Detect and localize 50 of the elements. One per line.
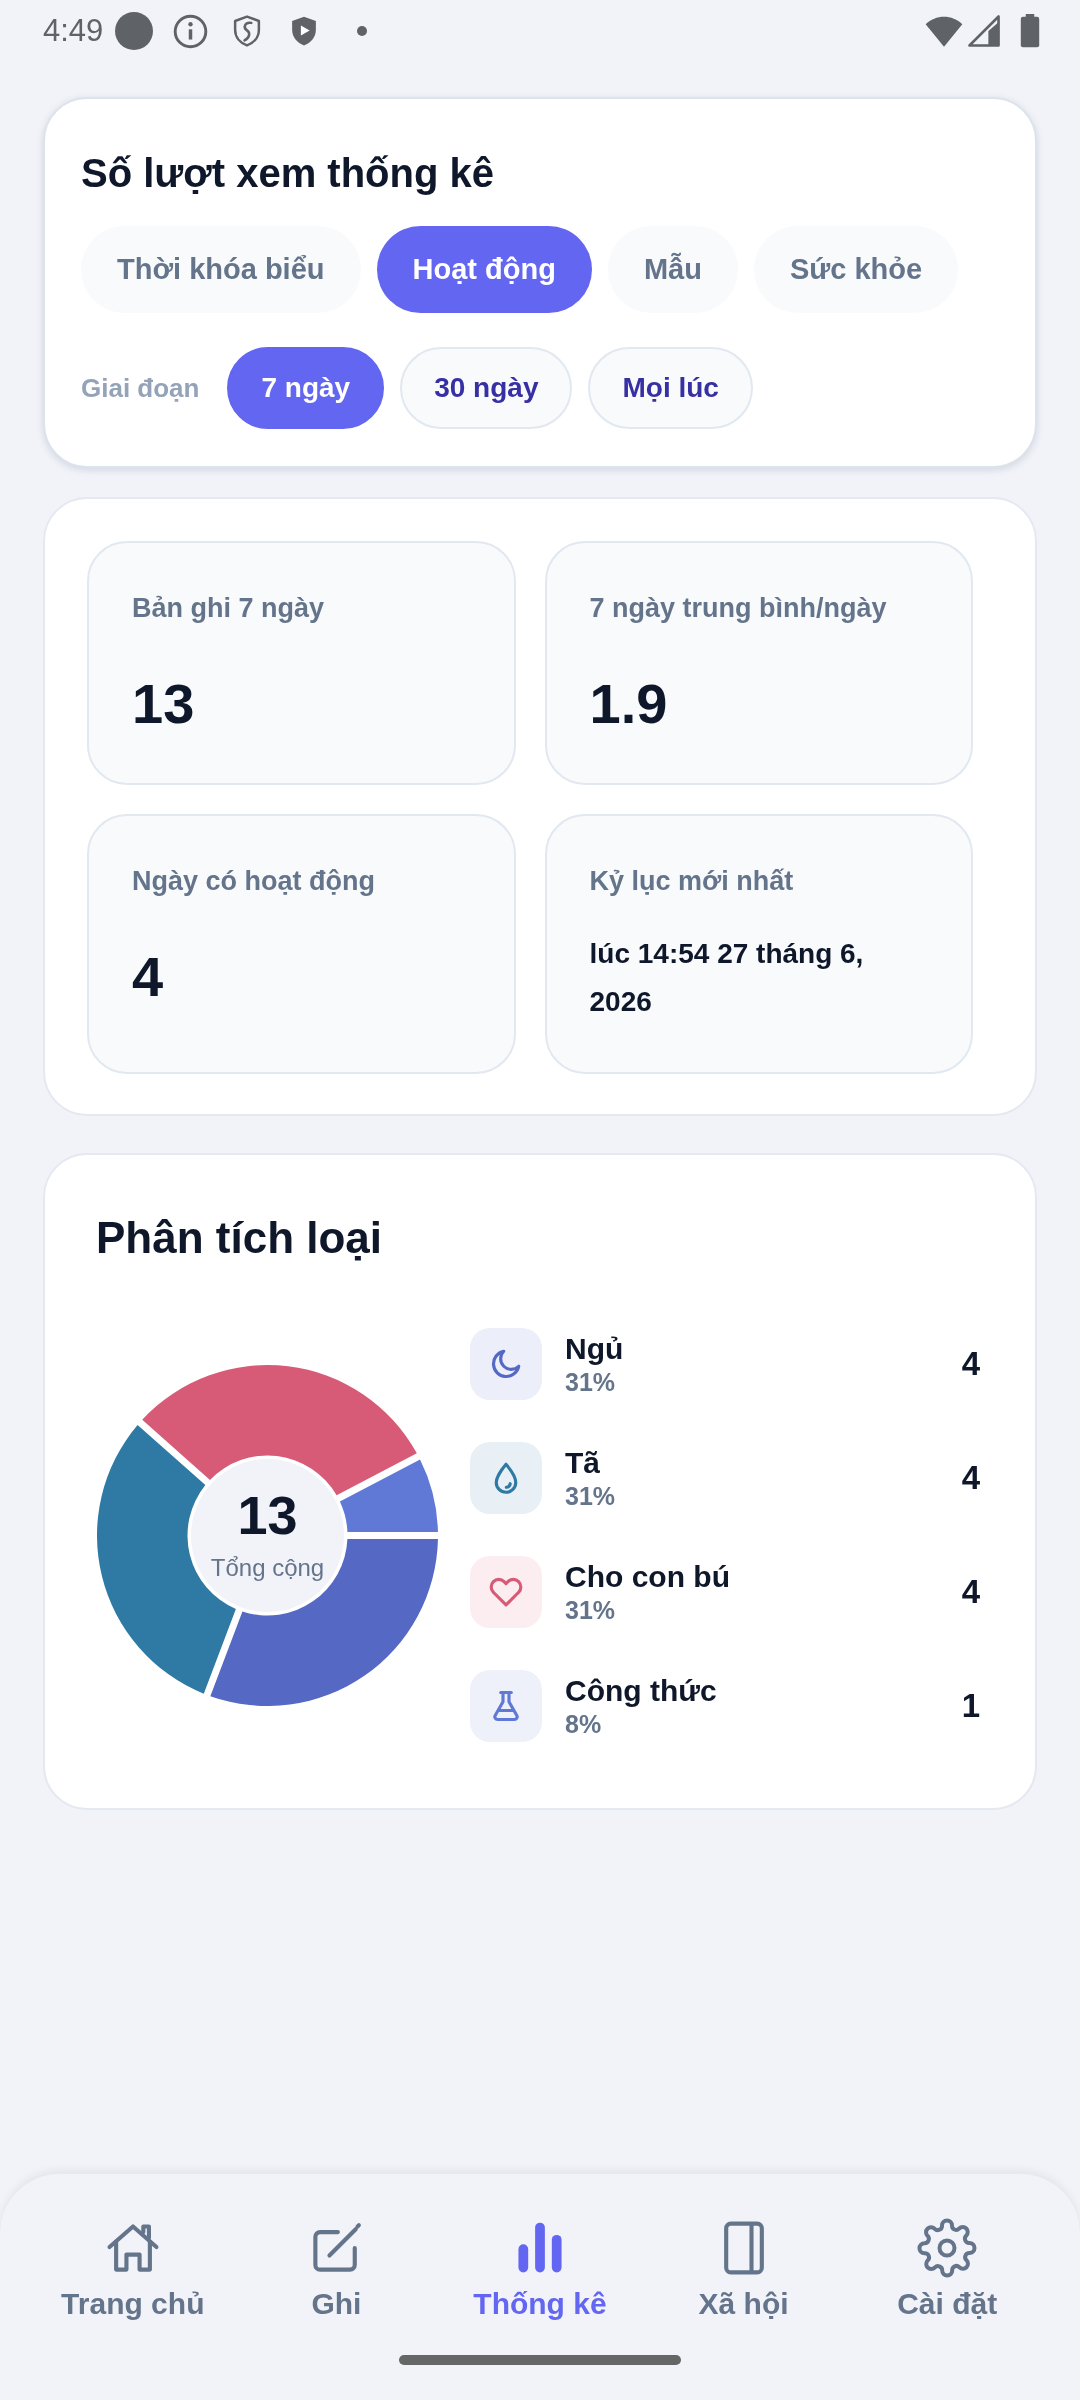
category-tab[interactable]: Mẫu bbox=[607, 226, 738, 313]
category-count: 4 bbox=[961, 1344, 980, 1384]
droplet-icon bbox=[470, 1442, 542, 1514]
category-percent: 8% bbox=[565, 1709, 602, 1739]
nav-tab[interactable]: Thống kê bbox=[438, 2218, 642, 2322]
category-percent: 31% bbox=[565, 1481, 616, 1511]
nav-tab[interactable]: Ghi bbox=[234, 2218, 439, 2322]
stat-label: Bản ghi 7 ngày bbox=[132, 592, 326, 625]
stat-value: 1.9 bbox=[589, 671, 669, 737]
settings-icon bbox=[917, 2218, 978, 2278]
total-label: Tổng cộng bbox=[210, 1553, 325, 1583]
status-time: 4:49 bbox=[43, 13, 104, 49]
category-count: 1 bbox=[961, 1686, 980, 1726]
category-tab[interactable]: Hoạt động bbox=[376, 226, 592, 313]
nav-tab[interactable]: Xã hội bbox=[641, 2218, 846, 2322]
dot-icon bbox=[357, 26, 368, 36]
stat-label: Kỷ lục mới nhất bbox=[589, 865, 795, 898]
stat-label: 7 ngày trung bình/ngày bbox=[589, 592, 888, 625]
signal-icon bbox=[968, 15, 1000, 47]
heart-icon bbox=[470, 1556, 542, 1628]
period-label: Giai đoạn bbox=[81, 371, 200, 405]
category-name: Cho con bú bbox=[565, 1559, 730, 1595]
nav-tab[interactable]: Trang chủ bbox=[31, 2218, 235, 2322]
total-value: 13 bbox=[237, 1485, 298, 1545]
section-title: Phân tích loại bbox=[96, 1212, 384, 1264]
category-tab[interactable]: Sức khỏe bbox=[753, 226, 959, 313]
category-tab[interactable]: Thời khóa biểu bbox=[81, 226, 361, 313]
category-percent: 31% bbox=[565, 1595, 616, 1625]
circle-icon bbox=[115, 12, 154, 50]
category-count: 4 bbox=[961, 1458, 980, 1498]
wifi-icon bbox=[924, 14, 964, 48]
card-title: Số lượt xem thống kê bbox=[81, 150, 495, 197]
stat-value: 4 bbox=[132, 944, 165, 1010]
period-chip[interactable]: Mọi lúc bbox=[588, 347, 753, 429]
nav-tab[interactable]: Cài đặt bbox=[845, 2218, 1049, 2322]
flask-icon bbox=[470, 1670, 542, 1742]
category-percent: 31% bbox=[565, 1367, 616, 1397]
period-chip[interactable]: 30 ngày bbox=[400, 347, 573, 429]
category-name: Tã bbox=[565, 1445, 600, 1481]
category-count: 4 bbox=[961, 1572, 980, 1612]
shield-icon bbox=[232, 14, 263, 48]
battery-icon bbox=[1020, 14, 1040, 48]
stat-value: lúc 14:54 27 tháng 6, 2026 bbox=[589, 937, 865, 1019]
category-name: Công thức bbox=[565, 1673, 717, 1709]
info-icon bbox=[173, 13, 209, 49]
category-name: Ngủ bbox=[565, 1331, 624, 1367]
stat-value: 13 bbox=[132, 671, 196, 737]
stat-label: Ngày có hoạt động bbox=[132, 865, 376, 898]
period-chip[interactable]: 7 ngày bbox=[227, 347, 385, 429]
moon-icon bbox=[470, 1328, 542, 1400]
